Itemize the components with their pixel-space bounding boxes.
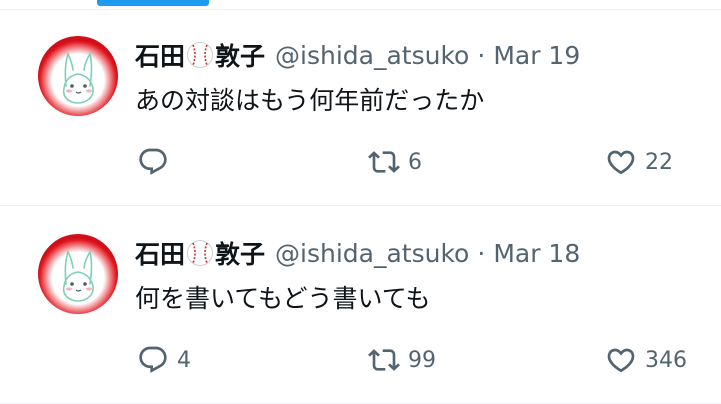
retweet-button[interactable]: 6 bbox=[368, 146, 422, 178]
timeline: 石田 敦子 @ishida_atsuko · Mar 19 あの対談はもう何年前… bbox=[0, 0, 721, 404]
display-name[interactable]: 石田 bbox=[135, 37, 185, 73]
tweet-text: あの対談はもう何年前だったか bbox=[135, 86, 485, 115]
retweet-icon bbox=[368, 344, 400, 376]
display-name[interactable]: 石田 bbox=[135, 235, 185, 271]
reply-count: 4 bbox=[177, 347, 191, 373]
display-name[interactable]: 敦子 bbox=[215, 235, 265, 271]
tweet-header: 石田 敦子 @ishida_atsuko · Mar 18 bbox=[135, 236, 580, 270]
baseball-icon bbox=[186, 41, 214, 69]
reply-icon bbox=[137, 146, 169, 178]
like-button[interactable]: 346 bbox=[605, 344, 687, 376]
reply-button[interactable]: 4 bbox=[137, 344, 191, 376]
tweet-header: 石田 敦子 @ishida_atsuko · Mar 19 bbox=[135, 38, 580, 72]
display-name[interactable]: 敦子 bbox=[215, 37, 265, 73]
tweet[interactable]: 石田 敦子 @ishida_atsuko · Mar 18 何を書いてもどう書い… bbox=[0, 208, 721, 404]
active-tab-indicator bbox=[97, 0, 209, 6]
retweet-button[interactable]: 99 bbox=[368, 344, 436, 376]
like-icon bbox=[605, 146, 637, 178]
like-icon bbox=[605, 344, 637, 376]
separator-dot: · bbox=[477, 40, 486, 70]
tweet-text: 何を書いてもどう書いても bbox=[135, 284, 431, 313]
like-count: 346 bbox=[645, 347, 687, 373]
retweet-count: 6 bbox=[408, 149, 422, 175]
user-handle[interactable]: @ishida_atsuko bbox=[275, 239, 469, 268]
baseball-icon bbox=[186, 239, 214, 267]
tweet[interactable]: 石田 敦子 @ishida_atsuko · Mar 19 あの対談はもう何年前… bbox=[0, 10, 721, 206]
retweet-count: 99 bbox=[408, 347, 436, 373]
reply-icon bbox=[137, 344, 169, 376]
tweet-date[interactable]: Mar 19 bbox=[493, 41, 580, 70]
user-handle[interactable]: @ishida_atsuko bbox=[275, 41, 469, 70]
retweet-icon bbox=[368, 146, 400, 178]
avatar[interactable] bbox=[38, 234, 118, 314]
like-button[interactable]: 22 bbox=[605, 146, 673, 178]
separator-dot: · bbox=[477, 238, 486, 268]
tweet-date[interactable]: Mar 18 bbox=[493, 239, 580, 268]
avatar[interactable] bbox=[38, 36, 118, 116]
like-count: 22 bbox=[645, 149, 673, 175]
reply-button[interactable] bbox=[137, 146, 177, 178]
